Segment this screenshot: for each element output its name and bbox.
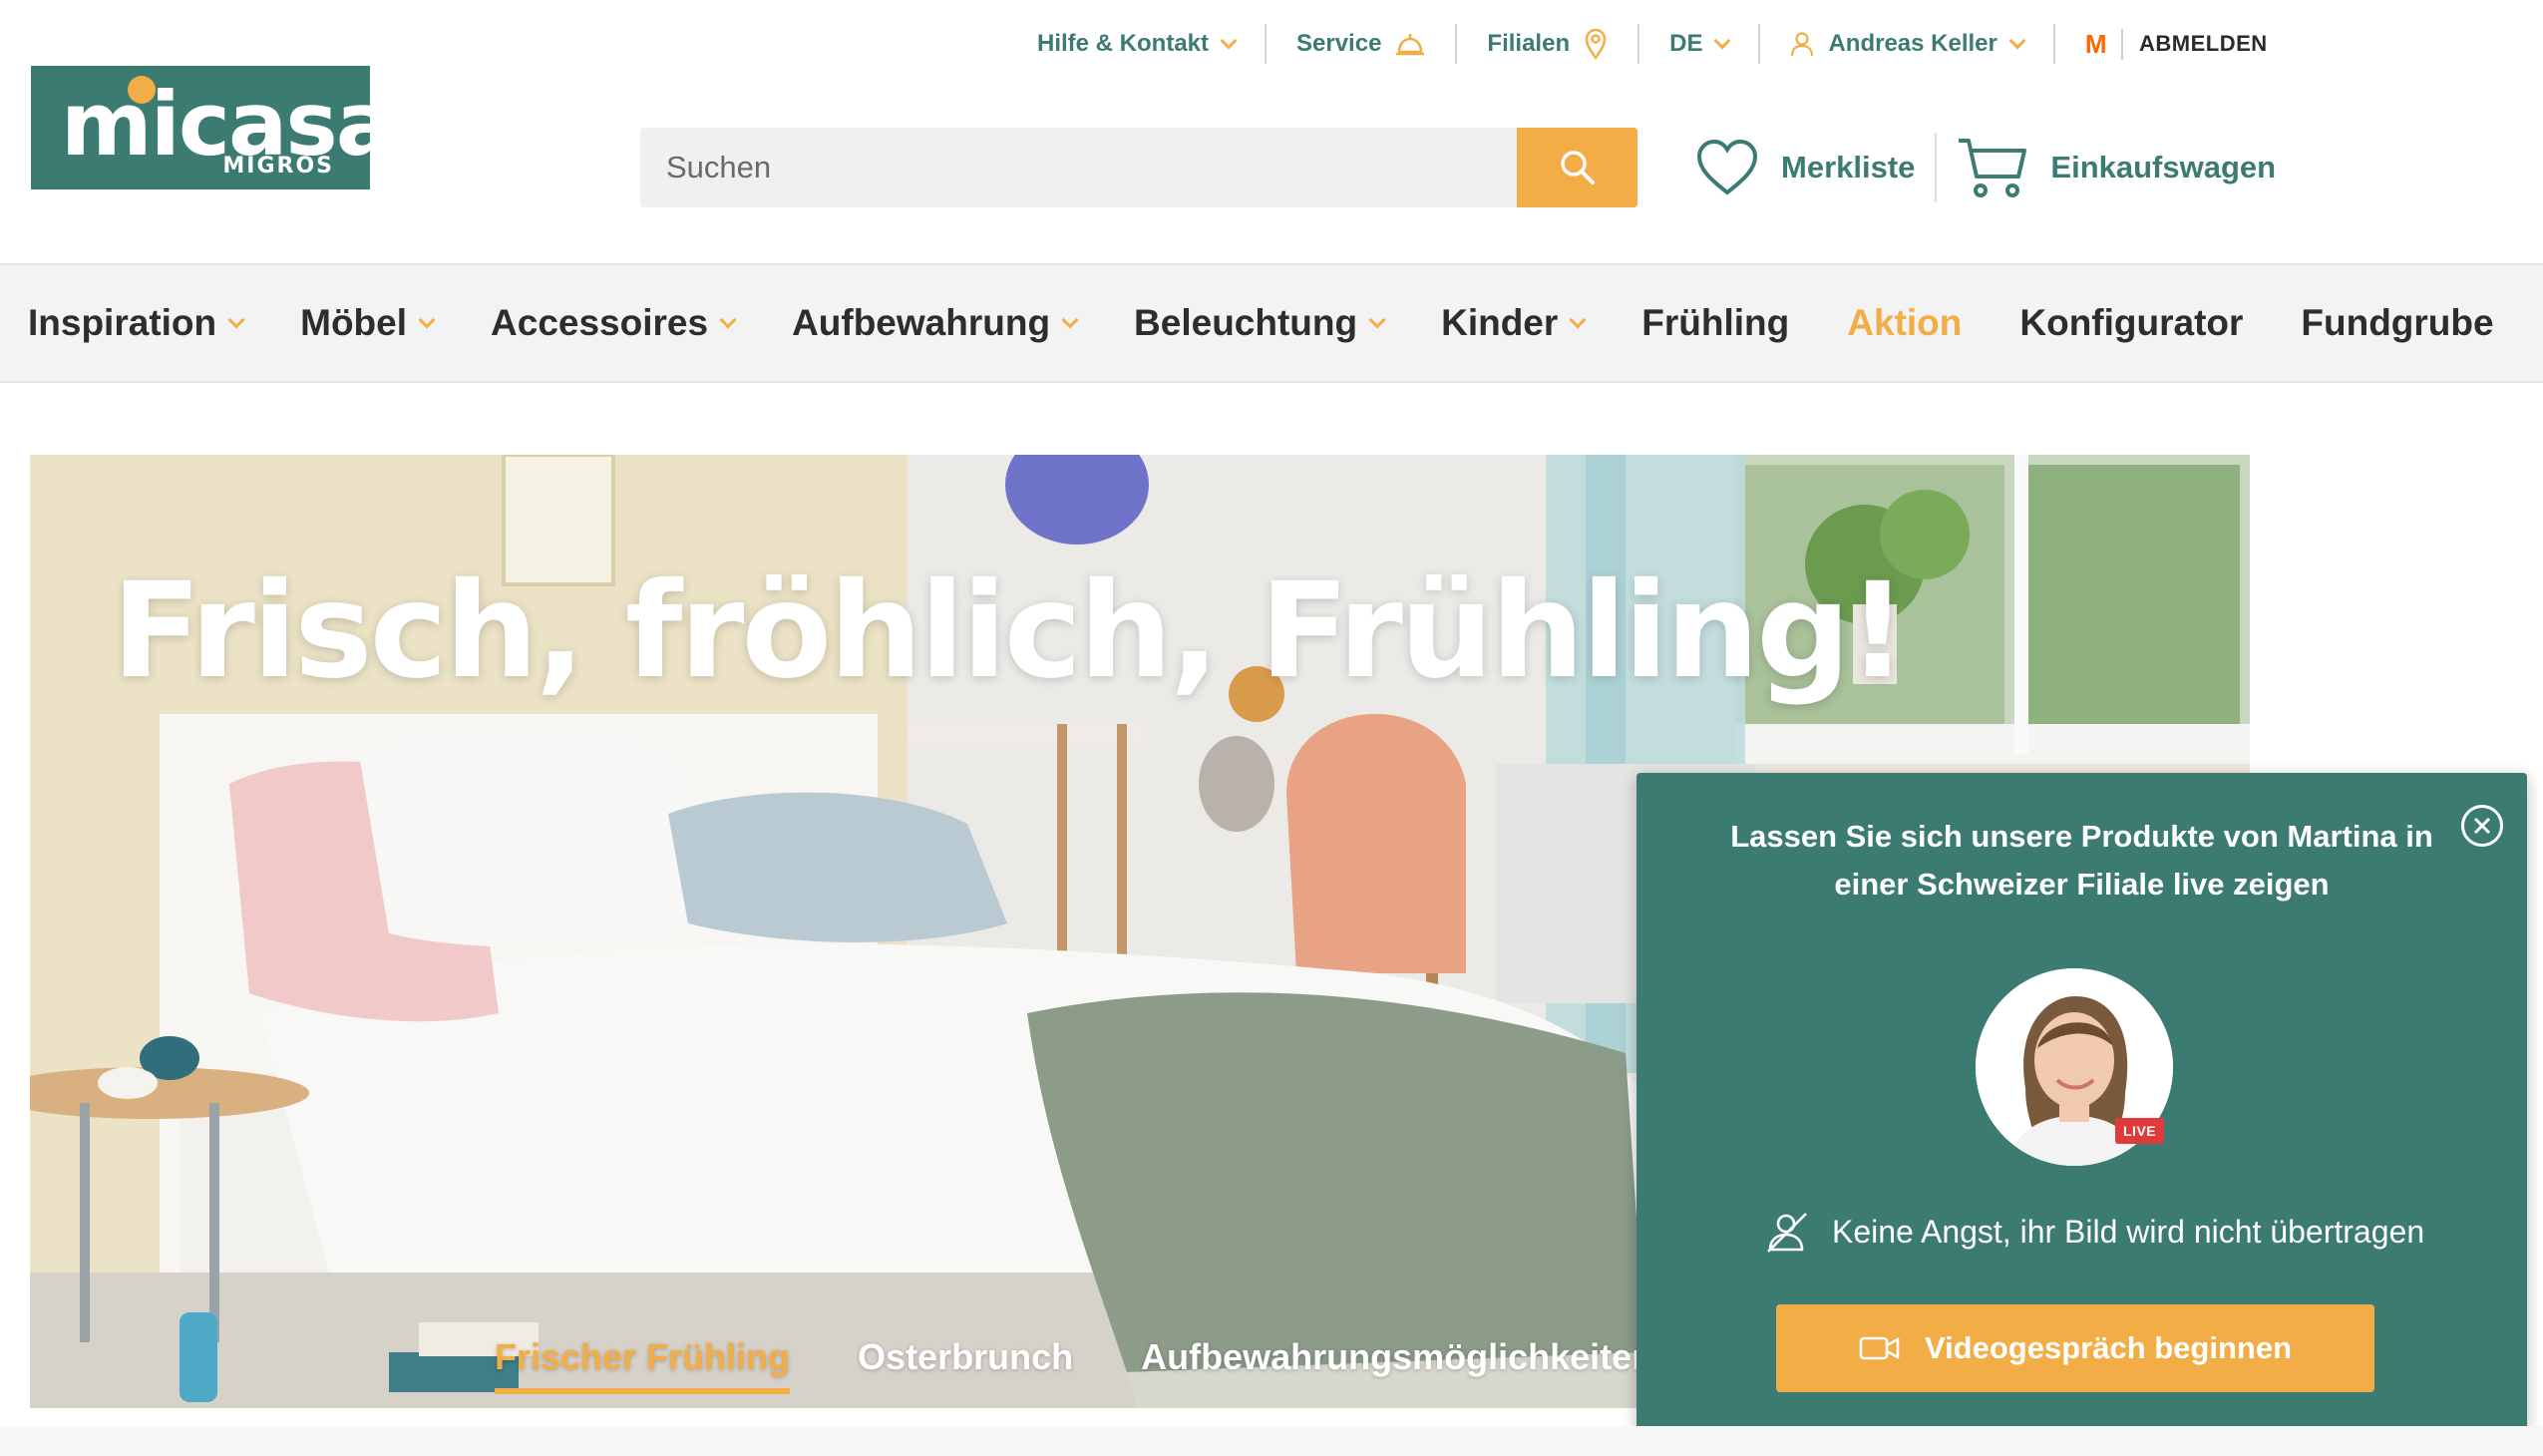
chevron-down-icon	[1220, 32, 1238, 50]
heart-icon	[1696, 139, 1758, 195]
camera-off-icon	[1767, 1213, 1807, 1253]
divider	[1935, 133, 1938, 202]
search-button[interactable]	[1517, 128, 1637, 207]
nav-accessoires[interactable]: Accessoires	[491, 302, 737, 344]
chevron-down-icon	[1368, 311, 1386, 329]
nav-label: Beleuchtung	[1134, 302, 1358, 343]
search-icon	[1560, 151, 1595, 184]
hero-tabs: Frischer Frühling Osterbrunch Aufbewahru…	[495, 1336, 1763, 1394]
user-icon	[1791, 32, 1814, 57]
service-link[interactable]: Service	[1267, 24, 1458, 64]
logout-link[interactable]: M ABMELDEN	[2055, 24, 2298, 64]
nav-kinder[interactable]: Kinder	[1441, 302, 1587, 344]
page-bottom-strip	[0, 1426, 2543, 1456]
chevron-down-icon	[1569, 311, 1587, 329]
nav-aufbewahrung[interactable]: Aufbewahrung	[792, 302, 1079, 344]
location-pin-icon	[1585, 28, 1607, 60]
privacy-note-text: Keine Angst, ihr Bild wird nicht übertra…	[1832, 1213, 2425, 1250]
nav-fundgrube[interactable]: Fundgrube	[2301, 302, 2493, 344]
wishlist-label: Merkliste	[1781, 150, 1916, 184]
hero-tab-frischer-fruehling[interactable]: Frischer Frühling	[495, 1336, 791, 1394]
logo-migros: MIGROS	[222, 154, 334, 179]
service-bell-icon	[1396, 34, 1425, 56]
nav-konfigurator[interactable]: Konfigurator	[2019, 302, 2243, 344]
help-contact-menu[interactable]: Hilfe & Kontakt	[1007, 24, 1268, 64]
close-icon	[2473, 817, 2491, 835]
nav-moebel[interactable]: Möbel	[300, 302, 436, 344]
cart-link[interactable]: Einkaufswagen	[1957, 128, 2276, 207]
cart-icon	[1959, 139, 2027, 197]
logout-label: ABMELDEN	[2139, 31, 2268, 56]
stores-link[interactable]: Filialen	[1457, 24, 1640, 64]
start-video-call-label: Videogespräch beginnen	[1924, 1330, 2293, 1365]
nav-label: Aufbewahrung	[792, 302, 1051, 343]
search-input[interactable]	[640, 128, 1517, 207]
privacy-note: Keine Angst, ihr Bild wird nicht übertra…	[1764, 1210, 2424, 1254]
chevron-down-icon	[227, 311, 245, 329]
chevron-down-icon	[719, 311, 737, 329]
service-label: Service	[1296, 30, 1382, 57]
nav-label: Fundgrube	[2301, 302, 2494, 343]
language-select[interactable]: DE	[1639, 24, 1761, 64]
video-camera-icon	[1859, 1336, 1900, 1360]
hero-tab-osterbrunch[interactable]: Osterbrunch	[858, 1336, 1073, 1394]
utility-bar: Hilfe & Kontakt Service Filialen DE Andr…	[1007, 24, 2298, 64]
logo-dot	[128, 76, 156, 104]
chevron-down-icon	[2008, 32, 2026, 50]
main-navigation: Inspiration Möbel Accessoires Aufbewahru…	[0, 263, 2543, 383]
nav-label: Möbel	[300, 302, 408, 343]
nav-beleuchtung[interactable]: Beleuchtung	[1134, 302, 1386, 344]
stores-label: Filialen	[1487, 30, 1571, 57]
nav-label: Kinder	[1441, 302, 1559, 343]
cart-label: Einkaufswagen	[2050, 150, 2277, 184]
micasa-logo[interactable]: micasa MIGROS	[31, 66, 395, 189]
wishlist-link[interactable]: Merkliste	[1695, 128, 1915, 207]
search-bar	[640, 128, 1637, 207]
chevron-down-icon	[1061, 311, 1079, 329]
live-video-popup: Lassen Sie sich unsere Produkte von Mart…	[1636, 773, 2527, 1431]
nav-label: Frühling	[1641, 302, 1790, 343]
nav-label: Inspiration	[28, 302, 217, 343]
user-menu[interactable]: Andreas Keller	[1760, 24, 2055, 64]
migros-m-icon: M	[2085, 28, 2124, 60]
nav-label: Aktion	[1847, 302, 1963, 343]
start-video-call-button[interactable]: Videogespräch beginnen	[1776, 1304, 2374, 1392]
help-contact-label: Hilfe & Kontakt	[1037, 30, 1210, 57]
hero-title: Frisch, fröhlich, Frühling!	[112, 554, 1908, 708]
live-badge: LIVE	[2115, 1118, 2165, 1144]
nav-label: Accessoires	[491, 302, 709, 343]
close-button[interactable]	[2461, 805, 2503, 847]
nav-inspiration[interactable]: Inspiration	[28, 302, 245, 344]
chevron-down-icon	[418, 311, 436, 329]
user-name: Andreas Keller	[1828, 30, 1998, 57]
nav-fruehling[interactable]: Frühling	[1641, 302, 1789, 344]
quick-links: Merkliste Einkaufswagen	[1695, 128, 2276, 207]
nav-label: Konfigurator	[2019, 302, 2244, 343]
chevron-down-icon	[1713, 32, 1731, 50]
popup-title: Lassen Sie sich unsere Produkte von Mart…	[1730, 819, 2433, 902]
nav-aktion[interactable]: Aktion	[1847, 302, 1962, 344]
language-label: DE	[1669, 30, 1703, 57]
